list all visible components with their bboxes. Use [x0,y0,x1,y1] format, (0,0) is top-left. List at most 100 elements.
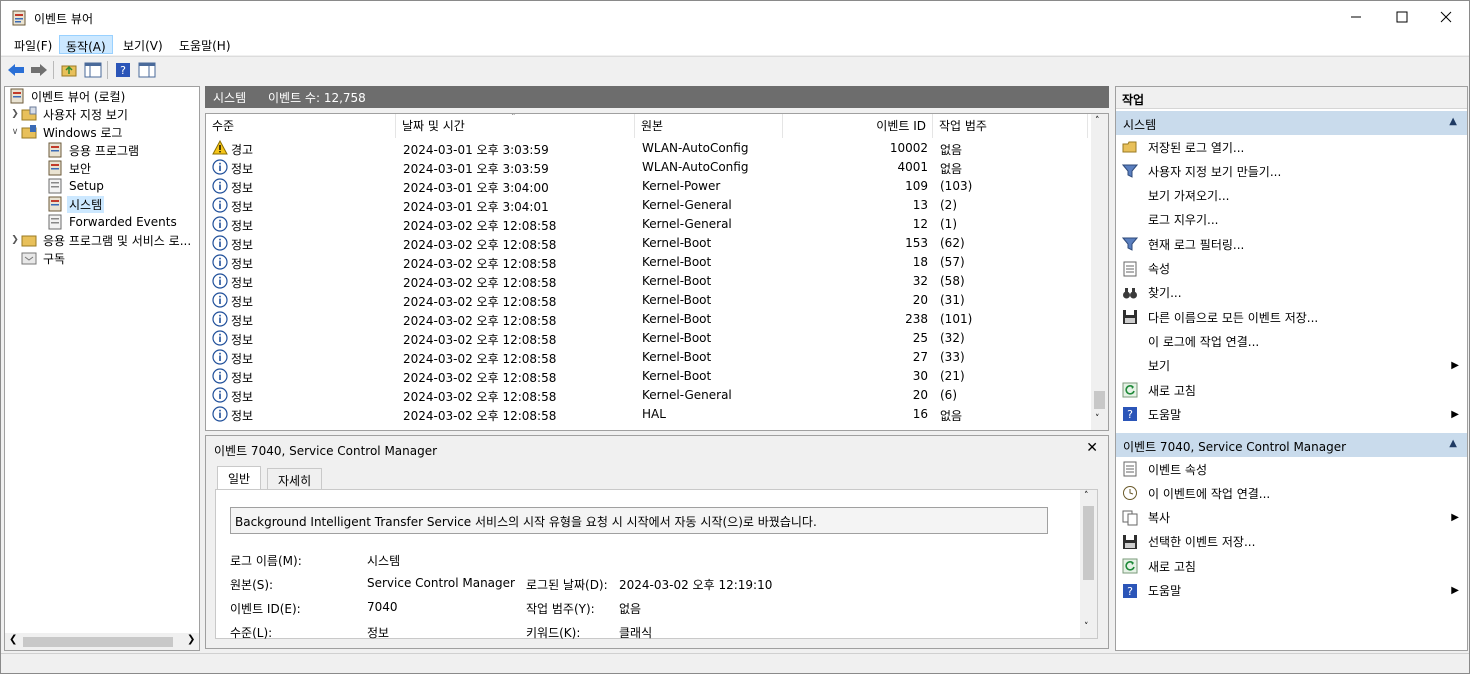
event-viewer-window: 이벤트 뷰어 파일(F) 동작(A) 보기(V) 도움말(H) ? 이벤트 뷰어… [0,0,1470,674]
tree-item-forwarded-events[interactable]: Forwarded Events [47,213,179,231]
column-datetime[interactable]: 날짜 및 시간 ˄ [396,114,635,138]
table-row[interactable]: 정보 2024-03-01 오후 3:03:59 WLAN-AutoConfig 40… [206,158,1088,177]
tab-general[interactable]: 일반 [217,466,262,490]
show-hide-tree-button[interactable] [83,60,103,80]
chevron-right-icon[interactable]: ❯ [9,109,21,119]
scroll-thumb[interactable] [1094,391,1105,409]
column-event-id[interactable]: 이벤트 ID [783,114,933,138]
detail-close-icon[interactable]: ✕ [1086,440,1098,456]
menu-view[interactable]: 보기(V) [117,35,169,54]
scroll-left-icon[interactable]: ❮ [9,634,17,645]
action-item[interactable]: 사용자 지정 보기 만들기... [1116,160,1467,182]
column-task-category[interactable]: 작업 범주 [933,114,1088,138]
action-item[interactable]: 현재 로그 필터링... [1116,233,1467,255]
cell-level: 정보 [231,238,254,252]
scroll-thumb[interactable] [1083,506,1094,580]
action-item-label: 이 이벤트에 작업 연결... [1148,486,1271,501]
action-item[interactable]: ? 도움말 ▶ [1116,580,1467,602]
menu-action[interactable]: 동작(A) [59,35,113,54]
table-row[interactable]: 경고 2024-03-01 오후 3:03:59 WLAN-AutoConfig 10… [206,139,1088,158]
action-item-label: 보기 [1148,359,1171,374]
tree-item-system-log[interactable]: 시스템 [47,195,105,213]
action-item[interactable]: 다른 이름으로 모든 이벤트 저장... [1116,306,1467,328]
event-description[interactable]: Background Intelligent Transfer Service … [230,507,1048,534]
table-row[interactable]: 정보 2024-03-01 오후 3:04:00 Kernel-Power 109 (1… [206,177,1088,196]
scroll-up-icon[interactable]: ˄ [1084,491,1089,501]
action-item[interactable]: 이 이벤트에 작업 연결... [1116,482,1467,504]
help-toolbar-button[interactable]: ? [113,60,133,80]
action-item[interactable]: 저장된 로그 열기... [1116,136,1467,158]
collapse-icon[interactable]: ▲ [1449,438,1457,449]
table-row[interactable]: 정보 2024-03-02 오후 12:08:58 Kernel-General 12… [206,215,1088,234]
folder-open-icon [1122,139,1138,155]
refresh-icon [1122,558,1138,574]
action-item[interactable]: 보기 ▶ [1116,355,1467,377]
action-item[interactable]: 선택한 이벤트 저장... [1116,531,1467,553]
tree-item-windows-logs[interactable]: ∨ Windows 로그 [9,123,124,141]
scroll-down-icon[interactable]: ˅ [1084,622,1089,632]
cell-level: 정보 [231,295,254,309]
table-row[interactable]: 정보 2024-03-02 오후 12:08:58 Kernel-Boot 20 (31… [206,291,1088,310]
console-tree-icon [84,62,102,78]
table-row[interactable]: 정보 2024-03-02 오후 12:08:58 HAL 16 없음 [206,405,1088,424]
cell-level: 정보 [231,181,254,195]
scroll-down-icon[interactable]: ˅ [1095,414,1100,424]
table-row[interactable]: 정보 2024-03-02 오후 12:08:58 Kernel-Boot 18 (57… [206,253,1088,272]
action-item[interactable]: ? 도움말 ▶ [1116,403,1467,425]
forward-button[interactable] [29,60,49,80]
column-source[interactable]: 원본 [635,114,783,138]
table-row[interactable]: 정보 2024-03-02 오후 12:08:58 Kernel-General 20… [206,386,1088,405]
chevron-down-icon[interactable]: ∨ [9,127,21,137]
action-item[interactable]: 새로 고침 [1116,555,1467,577]
tree-item-root[interactable]: 이벤트 뷰어 (로컬) [9,87,127,105]
tree-item-setup-log[interactable]: Setup [47,177,106,195]
action-item[interactable]: 이벤트 속성 [1116,458,1467,480]
event-list-vertical-scrollbar[interactable]: ˄ ˅ [1091,114,1108,430]
table-row[interactable]: 정보 2024-03-02 오후 12:08:58 Kernel-Boot 32 (58… [206,272,1088,291]
tree-horizontal-scrollbar[interactable]: ❮ ❯ [5,633,199,650]
show-action-pane-button[interactable] [137,60,157,80]
menu-help[interactable]: 도움말(H) [173,35,237,54]
tab-details[interactable]: 자세히 [267,468,323,490]
cell-datetime: 2024-03-02 오후 12:08:58 [403,390,557,404]
logged-value: 2024-03-02 오후 12:19:10 [619,578,773,592]
collapse-icon[interactable]: ▲ [1449,116,1457,127]
tree-item-custom-views[interactable]: ❯ 사용자 지정 보기 [9,105,130,123]
tree-item-application-log[interactable]: 응용 프로그램 [47,141,141,159]
action-item[interactable]: 찾기... [1116,282,1467,304]
tree-item-subscriptions[interactable]: 구독 [9,249,67,267]
action-item[interactable]: 이 로그에 작업 연결... [1116,330,1467,352]
action-item[interactable]: 새로 고침 [1116,379,1467,401]
log-icon [47,160,63,176]
action-item[interactable]: 로그 지우기... [1116,209,1467,231]
menu-file[interactable]: 파일(F) [8,35,58,54]
maximize-button[interactable] [1379,1,1425,33]
scroll-right-icon[interactable]: ❯ [187,634,195,645]
table-row[interactable]: 정보 2024-03-02 오후 12:08:58 Kernel-Boot 25 (32… [206,329,1088,348]
chevron-right-icon[interactable]: ❯ [9,235,21,245]
table-row[interactable]: 정보 2024-03-01 오후 3:04:01 Kernel-General 13 (… [206,196,1088,215]
table-row[interactable]: 정보 2024-03-02 오후 12:08:58 Kernel-Boot 30 (21… [206,367,1088,386]
tree-item-apps-services[interactable]: ❯ 응용 프로그램 및 서비스 로... [9,231,193,249]
action-item[interactable]: 속성 [1116,258,1467,280]
back-button[interactable] [6,60,26,80]
detail-vertical-scrollbar[interactable]: ˄ ˅ [1080,490,1097,638]
cell-datetime: 2024-03-02 오후 12:08:58 [403,409,557,423]
info-icon [212,216,228,232]
action-item[interactable]: 복사 ▶ [1116,507,1467,529]
column-level[interactable]: 수준 [206,114,396,138]
table-row[interactable]: 정보 2024-03-02 오후 12:08:58 Kernel-Boot 238 (1… [206,310,1088,329]
minimize-button[interactable] [1333,1,1379,33]
up-folder-button[interactable] [59,60,79,80]
task-category-value: 없음 [619,602,642,616]
action-item[interactable]: 보기 가져오기... [1116,185,1467,207]
actions-section-system[interactable]: 시스템 ▲ [1116,111,1467,135]
tree-item-security-log[interactable]: 보안 [47,159,93,177]
close-button[interactable] [1423,1,1469,33]
table-row[interactable]: 정보 2024-03-02 오후 12:08:58 Kernel-Boot 153 (6… [206,234,1088,253]
svg-text:?: ? [1127,585,1133,598]
scroll-thumb[interactable] [23,637,173,647]
table-row[interactable]: 정보 2024-03-02 오후 12:08:58 Kernel-Boot 27 (33… [206,348,1088,367]
actions-section-event[interactable]: 이벤트 7040, Service Control Manager ▲ [1116,433,1467,457]
scroll-up-icon[interactable]: ˄ [1095,116,1100,126]
